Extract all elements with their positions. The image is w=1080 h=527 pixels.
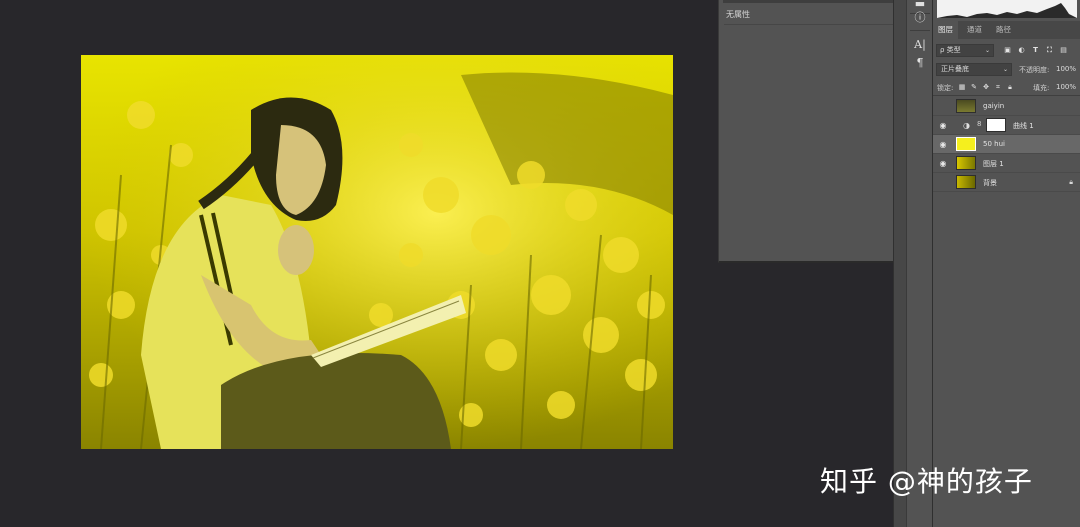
tab-channels[interactable]: 通道 [962, 21, 987, 39]
layer-kind-filter-label: ρ 类型 [940, 46, 961, 54]
shape-filter-icon[interactable]: ⛶ [1045, 46, 1054, 55]
layer-thumbnail [956, 99, 976, 113]
layer-kind-filter-select[interactable]: ρ 类型 ⌄ [936, 44, 994, 57]
blend-mode-select[interactable]: 正片叠底 ⌄ [936, 63, 1012, 76]
photo-girl-reading-in-rapeseed-field [81, 55, 673, 449]
layer-thumbnail [956, 175, 976, 189]
lock-image-pixels-icon[interactable]: ✎ [970, 83, 978, 92]
layer-mask-thumbnail[interactable] [986, 118, 1006, 132]
chevron-down-icon: ⌄ [984, 47, 990, 54]
fill-label: 填充: [1033, 84, 1050, 92]
layer-row-gaiyin[interactable]: ● gaiyin [933, 97, 1080, 116]
pixel-filter-icon[interactable]: ▣ [1003, 46, 1012, 55]
properties-panel-topbar [723, 0, 901, 3]
properties-title: 无属性 [726, 10, 750, 19]
layers-panel: 图层 通道 路径 ρ 类型 ⌄ ▣ ◐ T ⛶ ▤ 正片叠底 ⌄ 不透明度: 1… [932, 0, 1080, 527]
eye-icon[interactable]: ◉ [938, 159, 948, 168]
fill-input[interactable]: 100% [1056, 83, 1076, 91]
layer-name: gaiyin [983, 102, 1005, 110]
histogram-graph [937, 3, 1077, 18]
properties-panel: 无属性 [718, 0, 906, 263]
histogram-preview [937, 0, 1077, 18]
character-panel-icon[interactable]: A| [907, 35, 933, 53]
layers-tabs: 图层 通道 路径 [933, 21, 1080, 39]
blend-mode-value: 正片叠底 [941, 65, 969, 73]
tab-layers[interactable]: 图层 [933, 21, 958, 39]
eye-icon[interactable]: ◉ [938, 121, 948, 130]
eye-icon[interactable]: ◉ [938, 140, 948, 149]
info-panel-icon[interactable]: ⓘ [907, 8, 933, 26]
visibility-toggle[interactable]: ● [938, 178, 948, 187]
visibility-toggle[interactable]: ● [938, 102, 948, 111]
lock-icon: 🔒︎ [1069, 178, 1073, 186]
lock-row: 锁定: ▦ ✎ ✥ ⌗ 🔒︎ 填充: 100% [933, 80, 1080, 96]
lock-all-icon[interactable]: 🔒︎ [1006, 83, 1014, 92]
color-fill-thumbnail [956, 137, 976, 151]
adjustment-layer-icon: ◑ [963, 121, 970, 130]
layer-name: 曲线 1 [1013, 122, 1034, 130]
type-filter-icon[interactable]: T [1031, 46, 1040, 55]
opacity-input[interactable]: 100% [1056, 65, 1076, 73]
layer-name: 图层 1 [983, 160, 1004, 168]
layer-row-curves-1[interactable]: ◉ ◑ 8 曲线 1 [933, 116, 1080, 135]
canvas-image[interactable] [81, 55, 673, 449]
panel-icon-column: ▬ ⓘ A| ¶ [906, 0, 932, 527]
layer-name: 背景 [983, 179, 997, 187]
layer-row-background[interactable]: ● 背景 🔒︎ [933, 173, 1080, 192]
smart-object-filter-icon[interactable]: ▤ [1059, 46, 1068, 55]
layer-filter-row: ρ 类型 ⌄ ▣ ◐ T ⛶ ▤ [933, 42, 1080, 60]
tool-separator [910, 30, 930, 31]
layer-thumbnail [956, 156, 976, 170]
layer-name: 50 hui [983, 140, 1005, 148]
chevron-down-icon: ⌄ [1002, 66, 1008, 73]
paragraph-panel-icon[interactable]: ¶ [907, 53, 933, 71]
link-icon[interactable]: 8 [977, 120, 981, 128]
layer-row-50-hui[interactable]: ◉ 50 hui [933, 135, 1080, 154]
lock-position-icon[interactable]: ✥ [982, 83, 990, 92]
properties-content [724, 24, 896, 256]
layer-row-layer-1[interactable]: ◉ 图层 1 [933, 154, 1080, 173]
panel-icon-strip: ▬ ⓘ A| ¶ [893, 0, 932, 527]
blend-mode-row: 正片叠底 ⌄ 不透明度: 100% [933, 62, 1080, 78]
watermark-text: 知乎 @神的孩子 [820, 465, 1033, 498]
lock-label: 锁定: [937, 84, 954, 92]
adjustment-filter-icon[interactable]: ◐ [1017, 46, 1026, 55]
opacity-label: 不透明度: [1019, 66, 1050, 74]
lock-transparent-pixels-icon[interactable]: ▦ [958, 83, 966, 92]
lock-artboard-icon[interactable]: ⌗ [994, 83, 1002, 92]
tab-paths[interactable]: 路径 [991, 21, 1016, 39]
